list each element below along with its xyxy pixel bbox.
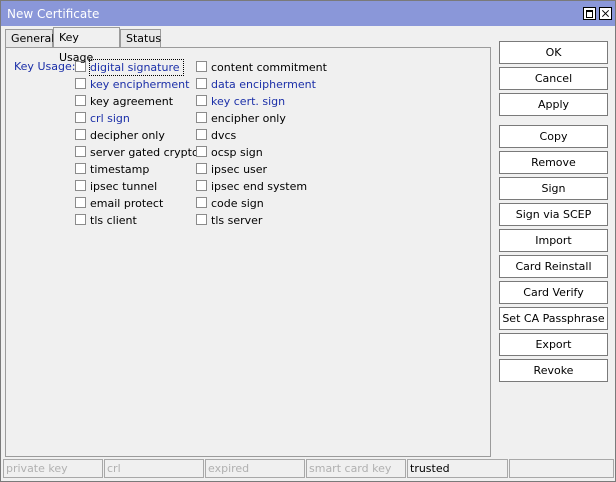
maximize-icon[interactable] (583, 7, 596, 20)
checkbox-box[interactable] (75, 180, 86, 191)
checkbox-label: key encipherment (90, 78, 190, 91)
checkbox-label: timestamp (90, 163, 150, 176)
checkbox-label: crl sign (90, 112, 130, 125)
checkbox-label: ocsp sign (211, 146, 263, 159)
checkbox-label: code sign (211, 197, 264, 210)
checkbox-label: key cert. sign (211, 95, 286, 108)
revoke-button[interactable]: Revoke (499, 359, 608, 382)
close-icon[interactable] (599, 7, 612, 20)
checkbox-box[interactable] (196, 180, 207, 191)
checkbox-box[interactable] (75, 129, 86, 140)
checkbox-label: ipsec tunnel (90, 180, 158, 193)
checkbox-label: ipsec user (211, 163, 268, 176)
checkbox-label: data encipherment (211, 78, 316, 91)
window-title: New Certificate (7, 7, 100, 21)
checkbox-label: content commitment (211, 61, 327, 74)
checkbox-box[interactable] (196, 163, 207, 174)
checkbox-box[interactable] (196, 214, 207, 225)
export-button[interactable]: Export (499, 333, 608, 356)
cancel-button[interactable]: Cancel (499, 67, 608, 90)
tab-general[interactable]: General (5, 29, 54, 47)
ok-button[interactable]: OK (499, 41, 608, 64)
status-expired: expired (205, 459, 305, 478)
checkbox-box[interactable] (75, 78, 86, 89)
tab-status[interactable]: Status (120, 29, 161, 47)
checkbox-box[interactable] (196, 197, 207, 208)
remove-button[interactable]: Remove (499, 151, 608, 174)
key-usage-panel: Key Usage: digital signature key encipher… (5, 47, 491, 457)
checkbox-box[interactable] (75, 112, 86, 123)
sign-via-scep-button[interactable]: Sign via SCEP (499, 203, 608, 226)
card-reinstall-button[interactable]: Card Reinstall (499, 255, 608, 278)
copy-button[interactable]: Copy (499, 125, 608, 148)
tab-key-usage[interactable]: Key Usage (53, 27, 120, 64)
apply-button[interactable]: Apply (499, 93, 608, 116)
checkbox-box[interactable] (196, 95, 207, 106)
checkbox-box[interactable] (75, 197, 86, 208)
set-ca-passphrase-button[interactable]: Set CA Passphrase (499, 307, 608, 330)
checkbox-label: server gated crypto (90, 146, 199, 159)
status-empty (509, 459, 614, 478)
checkbox-label: encipher only (211, 112, 286, 125)
checkbox-label: ipsec end system (211, 180, 308, 193)
checkbox-box[interactable] (75, 163, 86, 174)
sign-button[interactable]: Sign (499, 177, 608, 200)
checkbox-label: tls server (211, 214, 263, 227)
status-private-key: private key (3, 459, 103, 478)
checkbox-label: email protect (90, 197, 164, 210)
checkbox-box[interactable] (75, 214, 86, 225)
checkbox-box[interactable] (196, 112, 207, 123)
import-button[interactable]: Import (499, 229, 608, 252)
checkbox-label: digital signature (89, 59, 184, 76)
checkbox-box[interactable] (196, 78, 207, 89)
checkbox-label: key agreement (90, 95, 174, 108)
checkbox-box[interactable] (196, 146, 207, 157)
checkbox-box[interactable] (75, 95, 86, 106)
title-bar[interactable]: New Certificate (1, 1, 615, 26)
checkbox-label: tls client (90, 214, 137, 227)
checkbox-box[interactable] (196, 129, 207, 140)
status-trusted: trusted (407, 459, 508, 478)
status-crl: crl (104, 459, 204, 478)
checkbox-label: decipher only (90, 129, 165, 142)
checkbox-box[interactable] (75, 146, 86, 157)
new-certificate-window: New Certificate General Key Usage Status… (0, 0, 616, 482)
checkbox-box[interactable] (196, 61, 207, 72)
checkbox-label: dvcs (211, 129, 237, 142)
card-verify-button[interactable]: Card Verify (499, 281, 608, 304)
status-smart-card-key: smart card key (306, 459, 406, 478)
